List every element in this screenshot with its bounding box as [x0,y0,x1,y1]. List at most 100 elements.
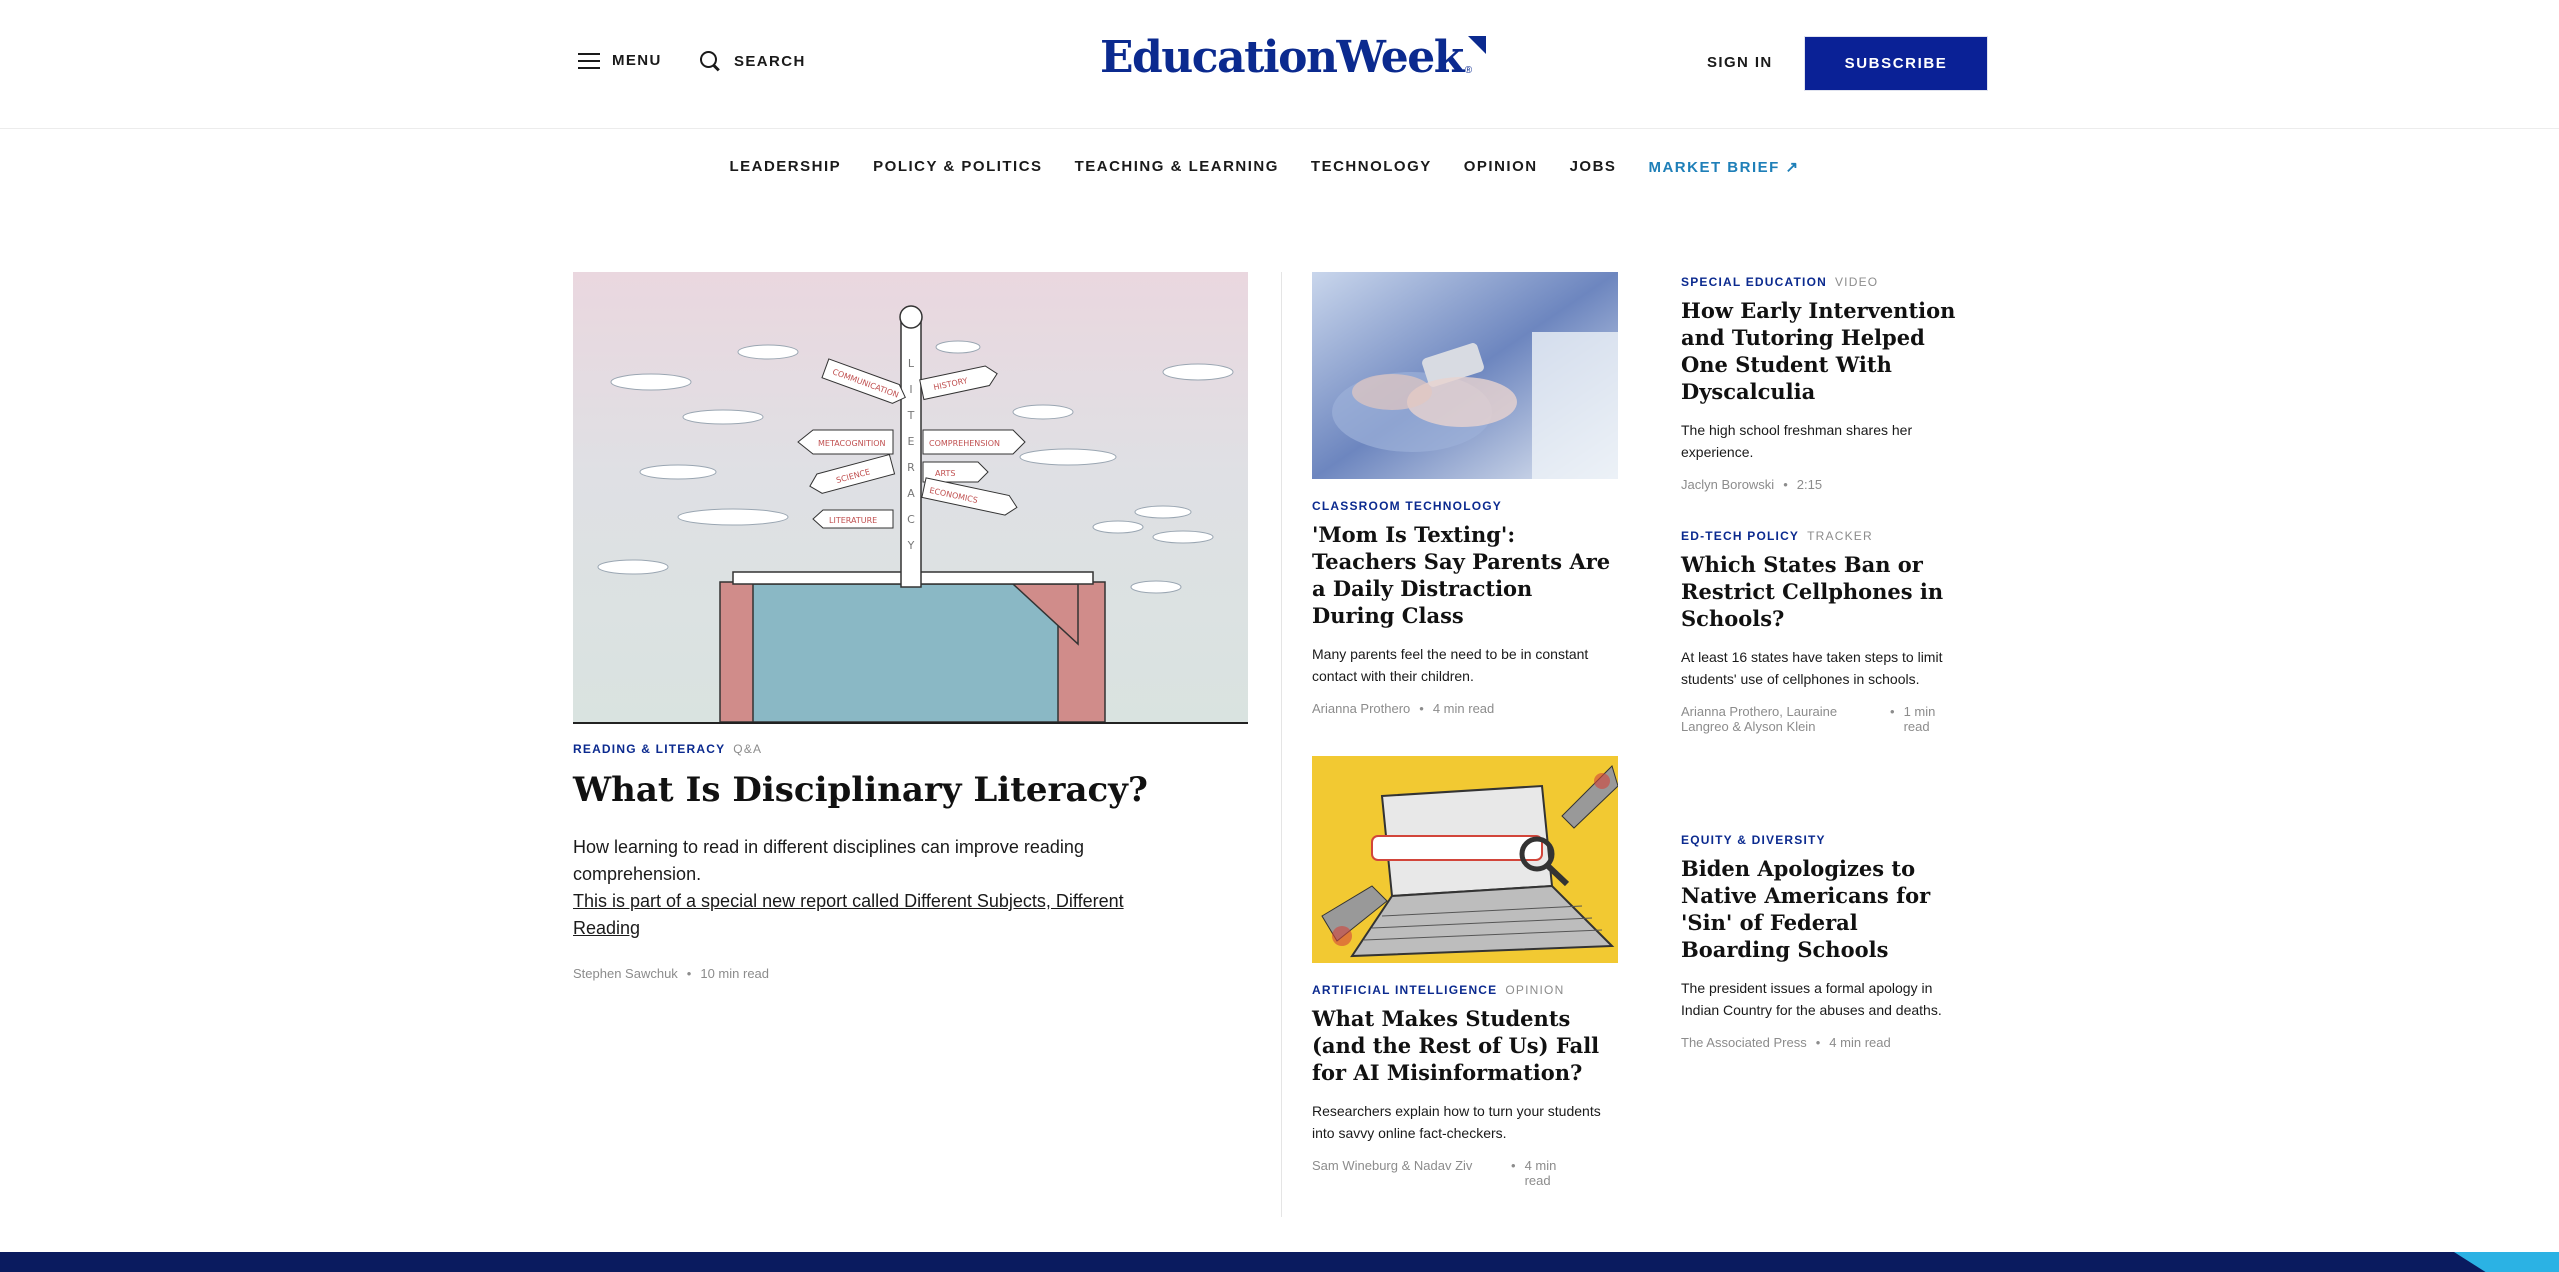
story-headline[interactable]: Which States Ban or Restrict Cellphones … [1681,551,1971,632]
lead-headline[interactable]: What Is Disciplinary Literacy? [573,768,1148,812]
column-divider [1281,272,1282,1217]
story-read-time: 4 min read [1524,1158,1557,1188]
story-headline[interactable]: How Early Intervention and Tutoring Help… [1681,297,1971,405]
story-author: Arianna Prothero, Lauraine Langreo & Aly… [1681,704,1838,734]
menu-button[interactable]: MENU [578,52,662,69]
story-kicker[interactable]: EQUITY & DIVERSITY [1681,833,1826,847]
lead-story-image[interactable]: COMMUNICATION HISTORY METACOGNITION COMP… [573,272,1248,724]
story-author: Arianna Prothero [1312,701,1411,716]
hamburger-icon [578,52,600,69]
sign-communication: COMMUNICATION [821,358,906,404]
story-kicker[interactable]: ED-TECH POLICY [1681,529,1799,543]
story-type: OPINION [1505,983,1565,997]
story-byline: Jaclyn Borowski • 2:15 [1681,477,1971,492]
logo-flag-icon [1468,36,1487,54]
sign-text-comprehension: COMPREHENSION [929,439,1000,448]
story-read-time: 2:15 [1796,477,1823,492]
post-letter: L [908,357,915,370]
nav-teaching-learning[interactable]: TEACHING & LEARNING [1075,158,1279,176]
site-header: MENU SEARCH EducationWeek ® SIGN IN SUBS… [0,0,2559,129]
footer-bar [0,1252,2559,1272]
story-byline: Sam Wineburg & Nadav Ziv • 4 min read [1312,1158,1618,1188]
story-headline[interactable]: Biden Apologizes to Native Americans for… [1681,855,1971,963]
story-card: EQUITY & DIVERSITY Biden Apologizes to N… [1681,831,1971,1050]
story-kicker-row: CLASSROOM TECHNOLOGY [1312,497,1618,515]
post-letter: R [907,461,915,474]
search-icon [700,51,720,71]
lead-kicker[interactable]: READING & LITERACY [573,742,725,756]
menu-label: MENU [612,52,662,69]
story-type: TRACKER [1807,529,1873,543]
story-kicker[interactable]: SPECIAL EDUCATION [1681,275,1827,289]
nav-technology[interactable]: TECHNOLOGY [1311,158,1432,176]
sign-comprehension: COMPREHENSION [922,429,1026,455]
story-kicker[interactable]: ARTIFICIAL INTELLIGENCE [1312,983,1497,997]
story-card: CLASSROOM TECHNOLOGY 'Mom Is Texting': T… [1312,272,1618,716]
story-read-time: 1 min read [1903,704,1936,734]
post-letter: E [908,435,915,448]
story-dek: At least 16 states have taken steps to l… [1681,649,1943,687]
lead-byline: Stephen Sawchuk • 10 min read [573,966,769,981]
story-kicker-row: ED-TECH POLICY TRACKER [1681,527,1971,545]
search-button[interactable]: SEARCH [700,51,806,71]
sign-text-literature: LITERATURE [829,516,877,525]
search-label: SEARCH [734,52,806,70]
site-logo[interactable]: EducationWeek ® [1100,32,1487,83]
story-headline[interactable]: 'Mom Is Texting': Teachers Say Parents A… [1312,521,1618,629]
story-card: ARTIFICIAL INTELLIGENCE OPINION What Make… [1312,756,1618,1188]
logo-text: EducationWeek [1100,32,1464,83]
story-dek: Researchers explain how to turn your stu… [1312,1103,1601,1141]
lead-read-time: 10 min read [700,966,770,981]
sign-literature: LITERATURE [812,509,894,529]
sign-text-metacognition: METACOGNITION [818,439,886,448]
post-letter: A [907,487,915,500]
byline-dot: • [1783,477,1788,492]
sign-history: HISTORY [919,365,998,401]
sign-in-link[interactable]: SIGN IN [1707,54,1773,71]
sign-economics: ECONOMICS [921,477,1018,516]
story-byline: Arianna Prothero • 4 min read [1312,701,1618,716]
sign-text-arts: ARTS [935,469,955,478]
story-image-laptop[interactable] [1312,756,1618,963]
nav-policy-politics[interactable]: POLICY & POLITICS [873,158,1042,176]
lead-type: Q&A [733,742,763,756]
story-image-phone[interactable] [1312,272,1618,479]
story-byline: Arianna Prothero, Lauraine Langreo & Aly… [1681,704,1971,734]
nav-leadership[interactable]: LEADERSHIP [729,158,841,176]
signpost-illustration: COMMUNICATION HISTORY METACOGNITION COMP… [597,305,1234,722]
byline-dot: • [1890,704,1895,719]
phone-hands-illustration [1312,272,1618,479]
story-byline: The Associated Press • 4 min read [1681,1035,1971,1050]
nav-opinion[interactable]: OPINION [1464,158,1538,176]
logo-registered-mark: ® [1464,65,1473,76]
post-letter: C [907,513,915,526]
story-kicker[interactable]: CLASSROOM TECHNOLOGY [1312,499,1502,513]
story-type: VIDEO [1834,275,1879,289]
story-dek: The president issues a formal apology in… [1681,980,1942,1018]
byline-dot: • [1815,1035,1821,1050]
subscribe-button[interactable]: SUBSCRIBE [1805,37,1987,90]
story-card: SPECIAL EDUCATION VIDEO How Early Interve… [1681,273,1971,492]
byline-dot: • [686,966,692,981]
byline-dot: • [1419,701,1424,716]
lead-author: Stephen Sawchuk [573,966,678,981]
story-read-time: 4 min read [1829,1035,1891,1050]
story-headline[interactable]: What Makes Students (and the Rest of Us)… [1312,1005,1618,1086]
lead-dek: How learning to read in different discip… [573,837,1084,884]
laptop-magnifier-illustration [1312,756,1618,963]
nav-jobs[interactable]: JOBS [1570,158,1617,176]
sign-science: SCIENCE [809,453,896,494]
post-letter: Y [907,539,915,552]
story-kicker-row: EQUITY & DIVERSITY [1681,831,1971,849]
story-dek: The high school freshman shares her expe… [1681,422,1913,460]
story-author: The Associated Press [1681,1035,1807,1050]
story-kicker-row: SPECIAL EDUCATION VIDEO [1681,273,1971,291]
story-kicker-row: ARTIFICIAL INTELLIGENCE OPINION [1312,981,1618,999]
story-author: Sam Wineburg & Nadav Ziv [1312,1158,1473,1173]
lead-kicker-row: READING & LITERACY Q&A [573,740,762,758]
story-author: Jaclyn Borowski [1681,477,1775,492]
post-letter: T [907,409,915,422]
lead-report-link[interactable]: This is part of a special new report cal… [573,888,1193,942]
nav-market-brief[interactable]: MARKET BRIEF ↗ [1648,158,1799,176]
byline-dot: • [1511,1158,1516,1173]
